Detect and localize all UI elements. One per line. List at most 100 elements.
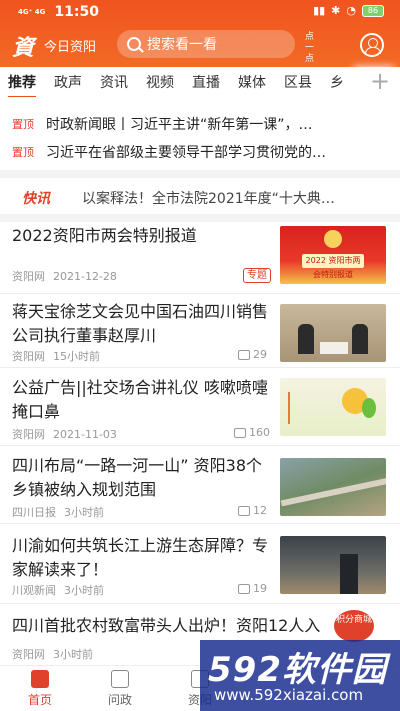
search-icon [127, 37, 141, 51]
worker-figure [340, 554, 358, 594]
pinned-badge: 置顶 [12, 118, 34, 131]
news-item[interactable]: 川渝如何共筑长江上游生态屏障？专家解读来了！ 川观新闻 3小时前 19 [0, 526, 400, 604]
leaf-figure [362, 398, 376, 418]
divider [0, 170, 400, 178]
news-time: 3小时前 [53, 648, 93, 661]
news-title: 川渝如何共筑长江上游生态屏障？专家解读来了！ [12, 536, 269, 579]
flash-news[interactable]: 快讯 以案释法！全市法院2021年度“十大典… [0, 180, 400, 216]
app-bar: 資 今日资阳 搜索看一看 点一点 [0, 28, 400, 65]
channel-tabs: 推荐 政声 资讯 视频 直播 媒体 区县 乡 [0, 67, 400, 97]
watermark-url: www.592xiazai.com [214, 686, 364, 704]
news-source: 资阳网 [12, 270, 45, 283]
nav-home-label: 首页 [27, 693, 52, 707]
pinned-list: 置顶 时政新闻眼丨习近平主讲“新年第一课”，… 置顶 习近平在省部级主要领导干部… [0, 110, 400, 166]
user-avatar-icon[interactable] [360, 33, 384, 57]
comment-number: 29 [253, 348, 267, 361]
divider [0, 214, 400, 222]
news-meta: 川观新闻 3小时前 [12, 582, 104, 598]
search-placeholder: 搜索看一看 [147, 37, 217, 53]
news-time: 2021-12-28 [53, 269, 117, 283]
comment-number: 12 [253, 504, 267, 517]
news-meta: 资阳网 2021-11-03 [12, 426, 117, 442]
pinned-badge: 置顶 [12, 146, 34, 159]
comment-number: 160 [249, 426, 270, 439]
news-thumbnail [280, 536, 386, 594]
news-time: 3小时前 [64, 506, 104, 519]
news-thumbnail [280, 304, 386, 362]
news-source: 资阳网 [12, 648, 45, 661]
comment-count: 160 [234, 426, 270, 439]
road-figure [280, 475, 386, 507]
tab-video[interactable]: 视频 [146, 72, 174, 92]
app-logo: 資 [12, 35, 35, 61]
comment-icon [238, 349, 250, 360]
pinned-item[interactable]: 置顶 习近平在省部级主要领导干部学习贯彻党的… [0, 138, 400, 166]
add-channel-icon[interactable]: + [360, 67, 400, 97]
battery-icon: 86 [362, 4, 384, 17]
news-source: 四川日报 [12, 506, 56, 519]
news-title: 蒋天宝徐芝文会见中国石油四川销售公司执行董事赵厚川 [12, 302, 269, 345]
bluetooth-icon: ✱ [331, 4, 341, 17]
news-meta: 资阳网 2021-12-28 [12, 268, 117, 284]
tab-district[interactable]: 区县 [284, 72, 312, 92]
app-name: 今日资阳 [44, 40, 97, 55]
signal-icon: ▮▮ [313, 4, 326, 17]
comment-icon [238, 583, 250, 594]
search-bar[interactable]: 搜索看一看 [117, 30, 295, 58]
thumbnail-caption: 2022 资阳市两会特别报道 [302, 254, 364, 279]
watermark: 592软件园 www.592xiazai.com [200, 640, 400, 711]
clock: 11:50 [54, 4, 99, 20]
news-source: 川观新闻 [12, 584, 56, 597]
news-item[interactable]: 公益广告||社交场合讲礼仪 咳嗽喷嚏掩口鼻 资阳网 2021-11-03 160 [0, 370, 400, 446]
tap-button[interactable]: 点一点 [305, 32, 319, 65]
table-figure [320, 342, 348, 354]
pinned-title: 时政新闻眼丨习近平主讲“新年第一课”，… [46, 117, 313, 133]
emblem-icon [324, 230, 342, 248]
tab-news[interactable]: 资讯 [100, 72, 128, 92]
network-indicator: 4G⁺ 4G [18, 8, 46, 16]
news-thumbnail [280, 378, 386, 436]
news-thumbnail [280, 458, 386, 516]
news-time: 2021-11-03 [53, 427, 117, 441]
news-title: 四川首批农村致富带头人出炉！资阳12人入 [12, 616, 321, 635]
news-item[interactable]: 蒋天宝徐芝文会见中国石油四川销售公司执行董事赵厚川 资阳网 15小时前 29 [0, 296, 400, 368]
nav-inquiry[interactable]: 问政 [90, 670, 150, 708]
news-title: 公益广告||社交场合讲礼仪 咳嗽喷嚏掩口鼻 [12, 378, 268, 421]
poster-text-lines [288, 392, 332, 424]
watermark-title: 592软件园 [208, 650, 387, 690]
wifi-icon: ◔ [346, 4, 356, 17]
comment-number: 19 [253, 582, 267, 595]
news-title: 2022资阳市两会特别报道 [12, 226, 197, 245]
tab-township[interactable]: 乡 [330, 72, 344, 92]
news-item[interactable]: 四川布局“一路一河一山” 资阳38个乡镇被纳入规划范围 四川日报 3小时前 12 [0, 448, 400, 524]
topic-badge: 专题 [243, 268, 271, 283]
news-time: 3小时前 [64, 584, 104, 597]
news-meta: 资阳网 3小时前 [12, 646, 93, 662]
tab-media[interactable]: 媒体 [238, 72, 266, 92]
news-item[interactable]: 2022资阳市两会特别报道 资阳网 2021-12-28 专题 2022 资阳市… [0, 222, 400, 294]
nav-home[interactable]: 首页 [10, 670, 70, 708]
news-title: 四川布局“一路一河一山” 资阳38个乡镇被纳入规划范围 [12, 456, 263, 499]
news-meta: 四川日报 3小时前 [12, 504, 104, 520]
points-mall-button[interactable]: 积分商城 [334, 610, 374, 642]
pinned-title: 习近平在省部级主要领导干部学习贯彻党的… [46, 145, 326, 161]
pinned-item[interactable]: 置顶 时政新闻眼丨习近平主讲“新年第一课”，… [0, 110, 400, 138]
flash-tag: 快讯 [22, 191, 50, 207]
comment-count: 12 [238, 504, 267, 517]
status-bar: 4G⁺ 4G 11:50 ▮▮ ✱ ◔ 86 [0, 0, 400, 24]
news-meta: 资阳网 15小时前 [12, 348, 100, 364]
home-icon [31, 670, 49, 688]
comment-count: 29 [238, 348, 267, 361]
comment-icon [234, 427, 246, 438]
flash-text: 以案释法！全市法院2021年度“十大典… [82, 191, 335, 207]
comment-count: 19 [238, 582, 267, 595]
news-time: 15小时前 [53, 350, 100, 363]
tab-politics[interactable]: 政声 [54, 72, 82, 92]
tab-live[interactable]: 直播 [192, 72, 220, 92]
comment-icon [238, 505, 250, 516]
tab-recommend[interactable]: 推荐 [8, 72, 36, 97]
person-figure [298, 324, 314, 354]
inquiry-icon [111, 670, 129, 688]
person-figure [352, 324, 368, 354]
news-thumbnail: 2022 资阳市两会特别报道 [280, 226, 386, 284]
